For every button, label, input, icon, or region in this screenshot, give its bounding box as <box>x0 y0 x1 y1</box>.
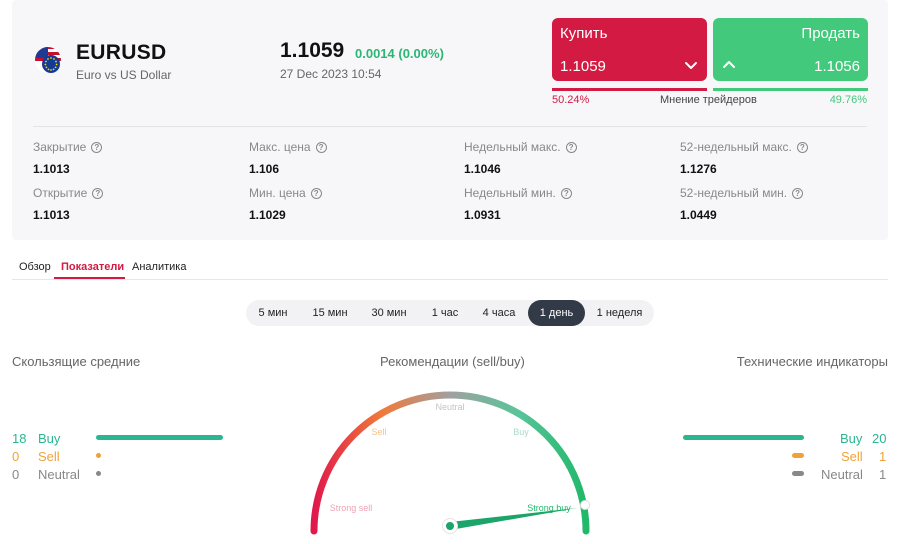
stat-value: 1.1046 <box>464 162 501 176</box>
gauge-label-neutral: Neutral <box>435 402 464 412</box>
sentiment-buy-percent: 50.24% <box>552 94 590 106</box>
timeframe-4h[interactable]: 4 часа <box>474 300 524 326</box>
buy-price: 1.1059 <box>560 58 606 75</box>
active-tab-underline <box>54 277 125 279</box>
stat-value: 1.106 <box>249 162 280 176</box>
info-icon[interactable]: ? <box>792 187 804 199</box>
ti-neutral-bar <box>792 471 804 476</box>
stat-value: 1.1276 <box>680 162 717 176</box>
stat-label: Мин. цена <box>249 186 306 200</box>
sentiment-buy-bar <box>552 88 707 91</box>
stat-label: 52-недельный мин. <box>680 186 788 200</box>
timeframe-5m[interactable]: 5 мин <box>250 300 296 326</box>
info-icon[interactable]: ? <box>560 187 572 199</box>
chevron-up-icon <box>723 61 735 68</box>
current-price: 1.1059 <box>280 39 345 62</box>
stat-label: Недельный мин. <box>464 186 556 200</box>
sentiment-sell-bar <box>713 88 868 91</box>
ti-buy-count: 20 <box>872 431 887 446</box>
info-icon[interactable]: ? <box>91 141 103 153</box>
gauge-label-buy: Buy <box>513 427 529 437</box>
instrument-description: Euro vs US Dollar <box>76 68 172 82</box>
ma-neutral-label: Neutral <box>38 467 80 482</box>
timeframe-selector: 5 мин 15 мин 30 мин 1 час 4 часа 1 день … <box>246 300 654 326</box>
info-icon[interactable]: ? <box>92 187 104 199</box>
stat-value: 1.0931 <box>464 208 501 222</box>
stat-value: 1.1013 <box>33 208 70 222</box>
stat-min: Мин. цена? 1.1029 <box>249 186 322 222</box>
stat-week-min: Недельный мин.? 1.0931 <box>464 186 572 222</box>
info-icon[interactable]: ? <box>315 141 327 153</box>
timeframe-15m[interactable]: 15 мин <box>304 300 356 326</box>
stat-label: Недельный макс. <box>464 140 561 154</box>
instrument-symbol: EURUSD <box>76 41 167 64</box>
technical-indicators-title: Технические индикаторы <box>736 354 888 369</box>
timeframe-30m[interactable]: 30 мин <box>362 300 416 326</box>
info-icon[interactable]: ? <box>310 187 322 199</box>
timeframe-1h[interactable]: 1 час <box>422 300 468 326</box>
timeframe-1w[interactable]: 1 неделя <box>591 300 648 326</box>
ma-sell-label: Sell <box>38 449 60 464</box>
divider <box>33 126 867 127</box>
moving-averages-title: Скользящие средние <box>12 354 141 369</box>
ma-buy-count: 18 <box>12 431 27 446</box>
stat-value: 1.1013 <box>33 162 70 176</box>
gauge-label-sell: Sell <box>371 427 386 437</box>
stat-label: Макс. цена <box>249 140 311 154</box>
info-icon[interactable]: ? <box>565 141 577 153</box>
sell-button-label: Продать <box>801 25 860 42</box>
tab-indicators[interactable]: Показатели <box>61 261 124 273</box>
buy-button-label: Купить <box>560 25 608 42</box>
price-timestamp: 27 Dec 2023 10:54 <box>280 67 382 81</box>
ti-buy-bar <box>683 435 804 440</box>
recommendation-gauge: Neutral Sell Buy Strong sell Strong buy <box>310 391 590 535</box>
stat-label: 52-недельный макс. <box>680 140 792 154</box>
sentiment-sell-percent: 49.76% <box>829 94 867 106</box>
stat-label: Открытие <box>33 186 88 200</box>
gauge-needle-center <box>446 522 454 530</box>
ti-sell-bar <box>792 453 804 458</box>
gauge-label-strong-sell: Strong sell <box>330 503 373 513</box>
ma-sell-count: 0 <box>12 449 20 464</box>
gauge-end-marker <box>580 500 590 510</box>
ti-sell-label: Sell <box>841 449 863 464</box>
ti-buy-label: Buy <box>840 431 863 446</box>
chevron-down-icon <box>685 62 697 69</box>
stat-week-max: Недельный макс.? 1.1046 <box>464 140 577 176</box>
stat-max: Макс. цена? 1.106 <box>249 140 327 176</box>
eurusd-flag-icon <box>35 47 61 73</box>
sentiment-title: Мнение трейдеров <box>660 94 757 106</box>
price-change: 0.0014 (0.00%) <box>355 46 444 61</box>
stat-value: 1.1029 <box>249 208 286 222</box>
ma-sell-bar <box>96 453 101 458</box>
ti-sell-count: 1 <box>879 449 887 464</box>
stat-value: 1.0449 <box>680 208 717 222</box>
buy-button[interactable]: Купить 1.1059 <box>552 18 707 81</box>
ma-buy-label: Buy <box>38 431 61 446</box>
timeframe-1d[interactable]: 1 день <box>528 300 585 326</box>
stat-52w-max: 52-недельный макс.? 1.1276 <box>680 140 808 176</box>
recommendation-title: Рекомендации (sell/buy) <box>380 354 525 369</box>
ma-neutral-count: 0 <box>12 467 20 482</box>
sell-button[interactable]: Продать 1.1056 <box>713 18 868 81</box>
ma-neutral-bar <box>96 471 101 476</box>
stat-label: Закрытие <box>33 140 87 154</box>
info-icon[interactable]: ? <box>796 141 808 153</box>
sell-price: 1.1056 <box>814 58 860 75</box>
ma-buy-bar <box>96 435 223 440</box>
tab-overview[interactable]: Обзор <box>19 261 51 273</box>
stat-open: Открытие? 1.1013 <box>33 186 104 222</box>
stat-52w-min: 52-недельный мин.? 1.0449 <box>680 186 804 222</box>
gauge-needle <box>450 508 577 530</box>
ti-neutral-label: Neutral <box>821 467 863 482</box>
ti-neutral-count: 1 <box>879 467 887 482</box>
stat-close: Закрытие? 1.1013 <box>33 140 103 176</box>
tab-analytics[interactable]: Аналитика <box>132 261 186 273</box>
